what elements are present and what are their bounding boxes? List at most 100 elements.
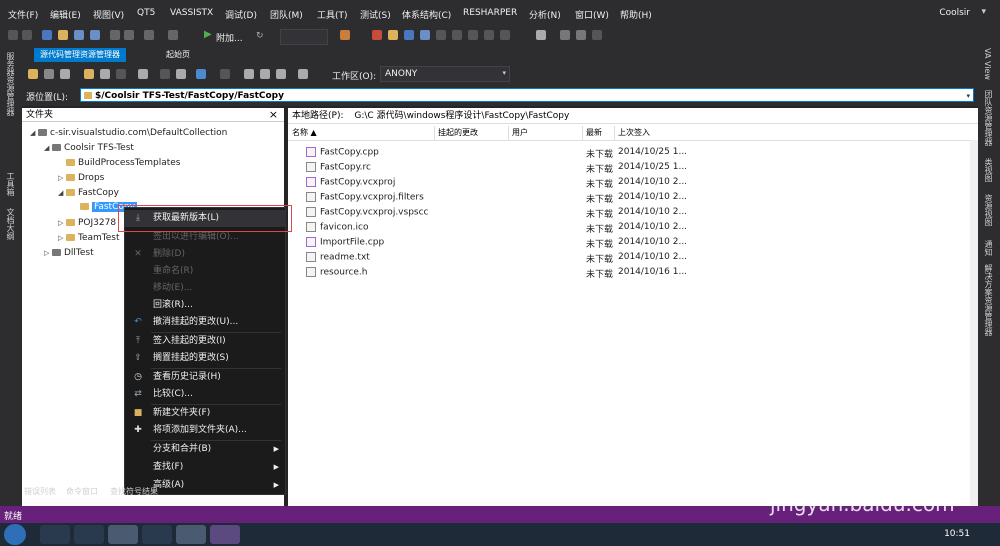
file-row[interactable]: FastCopy.vcxproj.vspscc 未下载 2014/10/10 2… (288, 206, 978, 221)
expand-arrow-icon[interactable]: ▷ (44, 246, 52, 260)
source-location-input[interactable]: $/Coolsir TFS-Test/FastCopy/FastCopy ▾ (80, 88, 974, 102)
menu-window[interactable]: 窗口(W) (575, 8, 609, 21)
comment-icon[interactable] (500, 30, 510, 40)
get-latest-icon[interactable] (138, 69, 148, 79)
menu-resharper[interactable]: RESHARPER (463, 8, 517, 18)
expand-arrow-icon[interactable]: ▷ (58, 171, 66, 185)
menu-item-new-folder[interactable]: ■ 新建文件夹(F) (125, 405, 285, 422)
tree-item-teamtest[interactable]: ▷ TeamTest (58, 231, 120, 245)
menu-item-rename[interactable]: 重命名(R) (125, 263, 285, 280)
file-row[interactable]: FastCopy.vcxproj 未下载 2014/10/10 2... (288, 176, 978, 191)
tab-start-page[interactable]: 起始页 (162, 48, 194, 62)
file-row[interactable]: resource.h 未下载 2014/10/16 1... (288, 266, 978, 281)
menu-item-find[interactable]: 查找(F) ▶ (125, 459, 285, 476)
column-pending-change[interactable]: 挂起的更改 (438, 127, 478, 138)
tool-icon[interactable] (340, 30, 350, 40)
undo-pending-icon[interactable] (196, 69, 206, 79)
open-icon[interactable] (58, 30, 68, 40)
menu-edit[interactable]: 编辑(E) (50, 8, 81, 21)
tree-item-buildprocess[interactable]: BuildProcessTemplates (58, 156, 181, 170)
expand-arrow-icon[interactable]: ◢ (44, 141, 52, 155)
column-separator[interactable] (582, 126, 583, 140)
undo-icon[interactable] (144, 30, 154, 40)
tab-command-window[interactable]: 命令窗口 (66, 486, 98, 497)
user-chevron-icon[interactable]: ▾ (981, 7, 986, 17)
start-debug-icon[interactable]: ▶ (204, 29, 212, 40)
folder-icon[interactable] (388, 30, 398, 40)
save-icon[interactable] (74, 30, 84, 40)
expand-arrow-icon[interactable]: ▷ (58, 216, 66, 230)
column-latest[interactable]: 最新 (586, 127, 602, 138)
properties-icon[interactable] (276, 69, 286, 79)
tab-find-symbol[interactable]: 查找符号结果 (110, 486, 158, 497)
tree-item-dlltest[interactable]: ▷ DllTest (44, 246, 94, 260)
toolbox-tab[interactable]: 工具箱 (5, 172, 16, 196)
tree-item-poj3278[interactable]: ▷ POJ3278 (58, 216, 116, 230)
refresh-icon[interactable] (60, 69, 70, 79)
server-explorer-tab[interactable]: 服务器资源管理器 (5, 52, 16, 116)
back-icon[interactable] (8, 30, 18, 40)
tab-source-control-explorer[interactable]: 源代码管理资源管理器 (34, 48, 126, 62)
menu-item-undo-pending[interactable]: ↶ 撤消挂起的更改(U)... (125, 314, 285, 331)
team-explorer-tab[interactable]: 团队资源管理器 (983, 90, 994, 146)
expand-arrow-icon[interactable]: ◢ (30, 126, 38, 140)
vertical-scrollbar[interactable] (970, 140, 978, 508)
menu-help[interactable]: 帮助(H) (620, 8, 652, 21)
branch-icon[interactable] (220, 69, 230, 79)
close-icon[interactable]: × (269, 108, 278, 122)
local-path-value[interactable]: G:\C 源代码\windows程序设计\FastCopy\FastCopy (354, 111, 569, 121)
bookmark-icon[interactable] (452, 30, 462, 40)
expand-arrow-icon[interactable]: ◢ (58, 186, 66, 200)
file-row[interactable]: ImportFile.cpp 未下载 2014/10/10 2... (288, 236, 978, 251)
menu-item-history[interactable]: ◷ 查看历史记录(H) (125, 369, 285, 386)
layout-icon[interactable] (560, 30, 570, 40)
taskbar-app-icon[interactable] (40, 525, 70, 544)
menu-debug[interactable]: 调试(D) (225, 8, 257, 21)
attach-button[interactable]: 附加... (216, 31, 243, 44)
new-project-icon[interactable] (42, 30, 52, 40)
file-row[interactable]: FastCopy.vcxproj.filters 未下载 2014/10/10 … (288, 191, 978, 206)
solution-explorer-tab[interactable]: 解决方案资源管理器 (983, 264, 994, 336)
workspace-dropdown[interactable]: ANONY ▾ (380, 66, 510, 82)
config-dropdown[interactable] (280, 29, 328, 45)
menu-item-delete[interactable]: ✕ 删除(D) (125, 246, 285, 263)
start-button[interactable] (4, 524, 26, 545)
menu-item-rollback[interactable]: 回滚(R)... (125, 297, 285, 314)
properties-icon[interactable] (420, 30, 430, 40)
chrome-icon[interactable] (74, 525, 104, 544)
menu-item-shelve[interactable]: ⇪ 搁置挂起的更改(S) (125, 350, 285, 367)
chrome-canary-icon[interactable] (108, 525, 138, 544)
menu-analyze[interactable]: 分析(N) (529, 8, 561, 21)
menu-test[interactable]: 测试(S) (360, 8, 391, 21)
window-icon[interactable] (404, 30, 414, 40)
checkout-icon[interactable] (160, 69, 170, 79)
tree-item-collection[interactable]: ◢ c-sir.visualstudio.com\DefaultCollectio… (30, 126, 227, 140)
column-separator[interactable] (508, 126, 509, 140)
history-icon[interactable] (260, 69, 270, 79)
tree-item-drops[interactable]: ▷ Drops (58, 171, 104, 185)
filter-icon[interactable] (298, 69, 308, 79)
refresh-icon[interactable]: ↻ (256, 31, 264, 41)
bookmark-prev-icon[interactable] (468, 30, 478, 40)
layout2-icon[interactable] (576, 30, 586, 40)
copy-icon[interactable] (124, 30, 134, 40)
record-icon[interactable] (372, 30, 382, 40)
tab-error-list[interactable]: 错误列表 (24, 486, 56, 497)
document-outline-tab[interactable]: 文档大纲 (5, 208, 16, 240)
taskbar-app3-icon[interactable] (176, 525, 206, 544)
menu-item-compare[interactable]: ⇄ 比较(C)... (125, 386, 285, 403)
compare-icon[interactable] (244, 69, 254, 79)
menu-team[interactable]: 团队(M) (270, 8, 303, 21)
tree-item-project[interactable]: ◢ Coolsir TFS-Test (44, 141, 134, 155)
menu-file[interactable]: 文件(F) (8, 8, 38, 21)
forward-icon[interactable] (22, 30, 32, 40)
add-items-icon[interactable] (100, 69, 110, 79)
menu-architecture[interactable]: 体系结构(C) (402, 8, 451, 21)
cut-icon[interactable] (110, 30, 120, 40)
file-row[interactable]: readme.txt 未下载 2014/10/10 2... (288, 251, 978, 266)
expand-arrow-icon[interactable]: ▷ (58, 231, 66, 245)
menu-item-branch-merge[interactable]: 分支和合并(B) ▶ (125, 441, 285, 458)
layout3-icon[interactable] (592, 30, 602, 40)
new-folder-icon[interactable] (84, 69, 94, 79)
delete-icon[interactable] (116, 69, 126, 79)
